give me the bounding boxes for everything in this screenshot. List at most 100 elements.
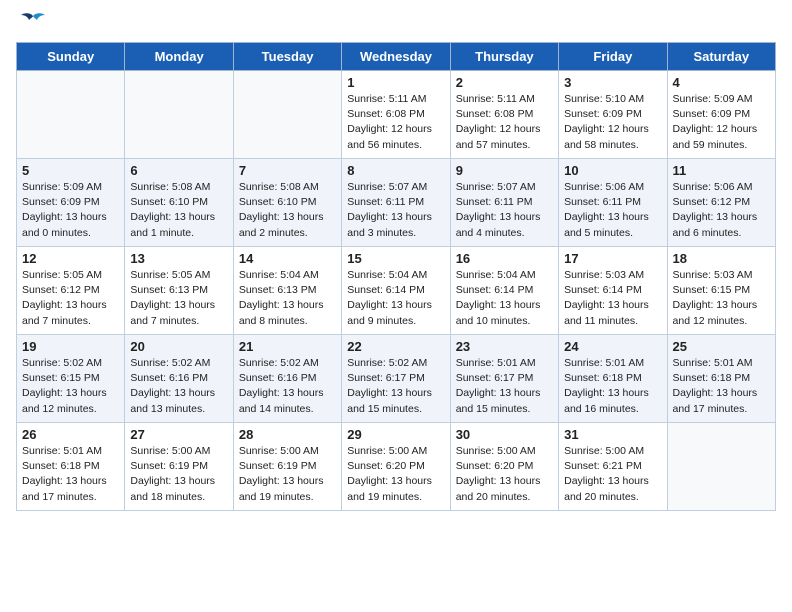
calendar-cell: 16 Sunrise: 5:04 AMSunset: 6:14 PMDayligh…: [450, 247, 558, 335]
day-number: 20: [130, 339, 227, 354]
cell-details: Sunrise: 5:01 AMSunset: 6:17 PMDaylight:…: [456, 356, 553, 417]
cell-details: Sunrise: 5:03 AMSunset: 6:14 PMDaylight:…: [564, 268, 661, 329]
weekday-header-row: SundayMondayTuesdayWednesdayThursdayFrid…: [17, 43, 776, 71]
day-number: 22: [347, 339, 444, 354]
cell-details: Sunrise: 5:05 AMSunset: 6:13 PMDaylight:…: [130, 268, 227, 329]
day-number: 25: [673, 339, 770, 354]
day-number: 18: [673, 251, 770, 266]
weekday-header-tuesday: Tuesday: [233, 43, 341, 71]
day-number: 31: [564, 427, 661, 442]
calendar-cell: 28 Sunrise: 5:00 AMSunset: 6:19 PMDayligh…: [233, 423, 341, 511]
calendar-cell: 23 Sunrise: 5:01 AMSunset: 6:17 PMDayligh…: [450, 335, 558, 423]
day-number: 11: [673, 163, 770, 178]
day-number: 29: [347, 427, 444, 442]
calendar-cell: [125, 71, 233, 159]
calendar-cell: 17 Sunrise: 5:03 AMSunset: 6:14 PMDayligh…: [559, 247, 667, 335]
cell-details: Sunrise: 5:07 AMSunset: 6:11 PMDaylight:…: [456, 180, 553, 241]
cell-details: Sunrise: 5:04 AMSunset: 6:13 PMDaylight:…: [239, 268, 336, 329]
day-number: 26: [22, 427, 119, 442]
calendar-cell: 26 Sunrise: 5:01 AMSunset: 6:18 PMDayligh…: [17, 423, 125, 511]
cell-details: Sunrise: 5:02 AMSunset: 6:16 PMDaylight:…: [239, 356, 336, 417]
calendar-table: SundayMondayTuesdayWednesdayThursdayFrid…: [16, 42, 776, 511]
cell-details: Sunrise: 5:10 AMSunset: 6:09 PMDaylight:…: [564, 92, 661, 153]
cell-details: Sunrise: 5:02 AMSunset: 6:15 PMDaylight:…: [22, 356, 119, 417]
calendar-cell: 15Sunrise: 5:04 AMSunset: 6:14 PMDayligh…: [342, 247, 450, 335]
calendar-cell: 13 Sunrise: 5:05 AMSunset: 6:13 PMDayligh…: [125, 247, 233, 335]
calendar-cell: 30 Sunrise: 5:00 AMSunset: 6:20 PMDayligh…: [450, 423, 558, 511]
calendar-cell: 6 Sunrise: 5:08 AMSunset: 6:10 PMDaylight…: [125, 159, 233, 247]
calendar-cell: 3 Sunrise: 5:10 AMSunset: 6:09 PMDaylight…: [559, 71, 667, 159]
calendar-cell: 9 Sunrise: 5:07 AMSunset: 6:11 PMDaylight…: [450, 159, 558, 247]
cell-details: Sunrise: 5:05 AMSunset: 6:12 PMDaylight:…: [22, 268, 119, 329]
calendar-cell: 12 Sunrise: 5:05 AMSunset: 6:12 PMDayligh…: [17, 247, 125, 335]
day-number: 28: [239, 427, 336, 442]
cell-details: Sunrise: 5:00 AMSunset: 6:19 PMDaylight:…: [239, 444, 336, 505]
cell-details: Sunrise: 5:02 AMSunset: 6:17 PMDaylight:…: [347, 356, 444, 417]
calendar-cell: [17, 71, 125, 159]
day-number: 19: [22, 339, 119, 354]
day-number: 30: [456, 427, 553, 442]
day-number: 23: [456, 339, 553, 354]
cell-details: Sunrise: 5:09 AMSunset: 6:09 PMDaylight:…: [673, 92, 770, 153]
cell-details: Sunrise: 5:04 AMSunset: 6:14 PMDaylight:…: [347, 268, 444, 329]
day-number: 5: [22, 163, 119, 178]
calendar-cell: 4 Sunrise: 5:09 AMSunset: 6:09 PMDaylight…: [667, 71, 775, 159]
calendar-cell: 20 Sunrise: 5:02 AMSunset: 6:16 PMDayligh…: [125, 335, 233, 423]
calendar-cell: 11Sunrise: 5:06 AMSunset: 6:12 PMDayligh…: [667, 159, 775, 247]
day-number: 17: [564, 251, 661, 266]
logo-bird-icon: [19, 12, 47, 34]
cell-details: Sunrise: 5:01 AMSunset: 6:18 PMDaylight:…: [564, 356, 661, 417]
calendar-cell: 10 Sunrise: 5:06 AMSunset: 6:11 PMDayligh…: [559, 159, 667, 247]
calendar-cell: [233, 71, 341, 159]
calendar-cell: 5 Sunrise: 5:09 AMSunset: 6:09 PMDaylight…: [17, 159, 125, 247]
calendar-cell: 27 Sunrise: 5:00 AMSunset: 6:19 PMDayligh…: [125, 423, 233, 511]
calendar-week-4: 19 Sunrise: 5:02 AMSunset: 6:15 PMDayligh…: [17, 335, 776, 423]
day-number: 16: [456, 251, 553, 266]
day-number: 10: [564, 163, 661, 178]
day-number: 21: [239, 339, 336, 354]
calendar-cell: 21 Sunrise: 5:02 AMSunset: 6:16 PMDayligh…: [233, 335, 341, 423]
day-number: 4: [673, 75, 770, 90]
weekday-header-wednesday: Wednesday: [342, 43, 450, 71]
weekday-header-monday: Monday: [125, 43, 233, 71]
cell-details: Sunrise: 5:07 AMSunset: 6:11 PMDaylight:…: [347, 180, 444, 241]
calendar-cell: 19 Sunrise: 5:02 AMSunset: 6:15 PMDayligh…: [17, 335, 125, 423]
cell-details: Sunrise: 5:01 AMSunset: 6:18 PMDaylight:…: [673, 356, 770, 417]
cell-details: Sunrise: 5:06 AMSunset: 6:11 PMDaylight:…: [564, 180, 661, 241]
day-number: 6: [130, 163, 227, 178]
calendar-week-3: 12 Sunrise: 5:05 AMSunset: 6:12 PMDayligh…: [17, 247, 776, 335]
day-number: 2: [456, 75, 553, 90]
weekday-header-saturday: Saturday: [667, 43, 775, 71]
day-number: 12: [22, 251, 119, 266]
weekday-header-thursday: Thursday: [450, 43, 558, 71]
cell-details: Sunrise: 5:09 AMSunset: 6:09 PMDaylight:…: [22, 180, 119, 241]
cell-details: Sunrise: 5:02 AMSunset: 6:16 PMDaylight:…: [130, 356, 227, 417]
calendar-header: SundayMondayTuesdayWednesdayThursdayFrid…: [17, 43, 776, 71]
cell-details: Sunrise: 5:00 AMSunset: 6:21 PMDaylight:…: [564, 444, 661, 505]
calendar-week-1: 1Sunrise: 5:11 AMSunset: 6:08 PMDaylight…: [17, 71, 776, 159]
cell-details: Sunrise: 5:11 AMSunset: 6:08 PMDaylight:…: [456, 92, 553, 153]
calendar-cell: 7Sunrise: 5:08 AMSunset: 6:10 PMDaylight…: [233, 159, 341, 247]
calendar-cell: 31 Sunrise: 5:00 AMSunset: 6:21 PMDayligh…: [559, 423, 667, 511]
day-number: 14: [239, 251, 336, 266]
day-number: 27: [130, 427, 227, 442]
calendar-cell: [667, 423, 775, 511]
calendar-cell: 22 Sunrise: 5:02 AMSunset: 6:17 PMDayligh…: [342, 335, 450, 423]
day-number: 8: [347, 163, 444, 178]
day-number: 9: [456, 163, 553, 178]
cell-details: Sunrise: 5:11 AMSunset: 6:08 PMDaylight:…: [347, 92, 444, 153]
calendar-cell: 18 Sunrise: 5:03 AMSunset: 6:15 PMDayligh…: [667, 247, 775, 335]
cell-details: Sunrise: 5:04 AMSunset: 6:14 PMDaylight:…: [456, 268, 553, 329]
calendar-cell: 8 Sunrise: 5:07 AMSunset: 6:11 PMDaylight…: [342, 159, 450, 247]
cell-details: Sunrise: 5:00 AMSunset: 6:20 PMDaylight:…: [456, 444, 553, 505]
cell-details: Sunrise: 5:08 AMSunset: 6:10 PMDaylight:…: [130, 180, 227, 241]
day-number: 13: [130, 251, 227, 266]
calendar-cell: 29Sunrise: 5:00 AMSunset: 6:20 PMDayligh…: [342, 423, 450, 511]
cell-details: Sunrise: 5:01 AMSunset: 6:18 PMDaylight:…: [22, 444, 119, 505]
calendar-week-5: 26 Sunrise: 5:01 AMSunset: 6:18 PMDayligh…: [17, 423, 776, 511]
calendar-cell: 2 Sunrise: 5:11 AMSunset: 6:08 PMDaylight…: [450, 71, 558, 159]
calendar-cell: 14 Sunrise: 5:04 AMSunset: 6:13 PMDayligh…: [233, 247, 341, 335]
cell-details: Sunrise: 5:00 AMSunset: 6:19 PMDaylight:…: [130, 444, 227, 505]
day-number: 3: [564, 75, 661, 90]
cell-details: Sunrise: 5:03 AMSunset: 6:15 PMDaylight:…: [673, 268, 770, 329]
